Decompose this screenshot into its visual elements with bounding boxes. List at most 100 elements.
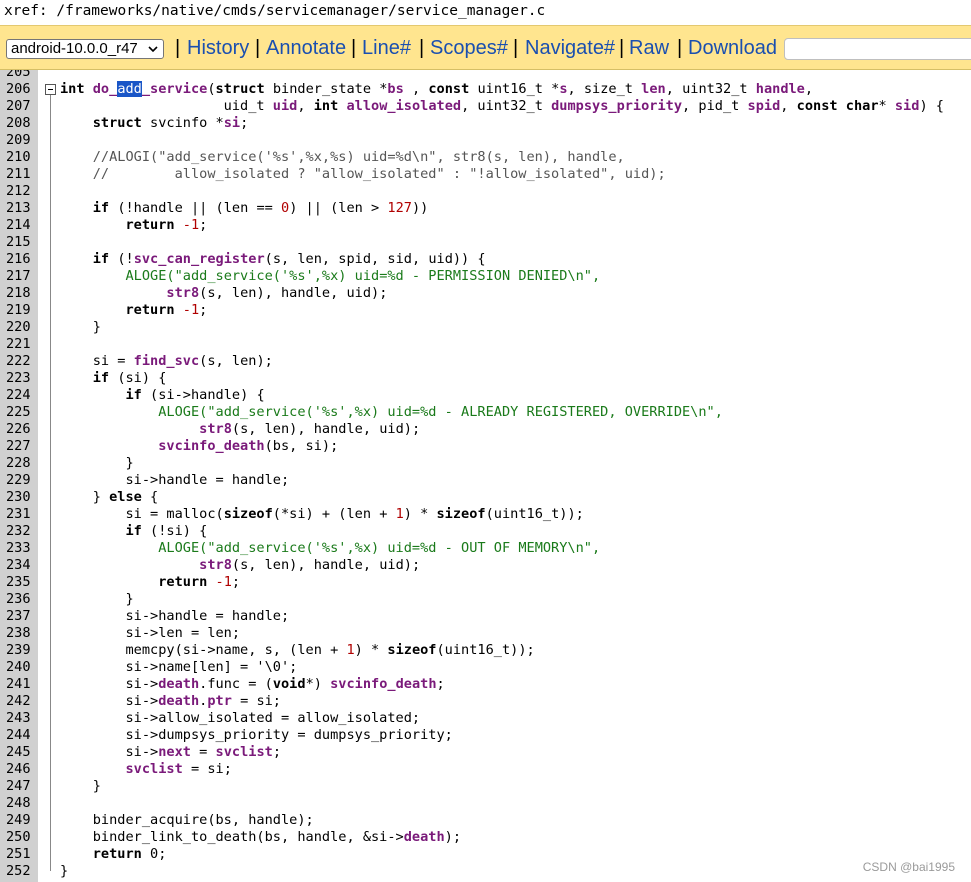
code-symbol[interactable]: next [158,744,191,760]
line-number[interactable]: 215 [6,234,34,251]
download-link[interactable]: Download [688,36,777,60]
code-token: ) { [919,98,944,114]
selected-text[interactable]: add [117,81,142,97]
line-number[interactable]: 222 [6,353,34,370]
code-token[interactable]: bs [387,81,403,97]
raw-link[interactable]: Raw [629,36,669,60]
line-number[interactable]: 225 [6,404,34,421]
code-token: } [60,863,68,879]
code-token: binder_link_to_death(bs, handle, &si-> [60,829,404,845]
line-number[interactable]: 234 [6,557,34,574]
version-select[interactable]: android-10.0.0_r47 [6,39,164,59]
code-token[interactable]: s [559,81,567,97]
line-source: struct svcinfo *si; [60,115,248,132]
code-symbol[interactable]: svc_can_register [134,251,265,267]
code-token[interactable]: handle [756,81,805,97]
line-number[interactable]: 250 [6,829,34,846]
code-token[interactable]: spid [748,98,781,114]
code-symbol[interactable]: _service [142,81,207,97]
code-token: 1 [396,506,404,522]
line-number[interactable]: 241 [6,676,34,693]
line-number[interactable]: 247 [6,778,34,795]
line-number[interactable]: 248 [6,795,34,812]
line-number[interactable]: 214 [6,217,34,234]
line-number[interactable]: 235 [6,574,34,591]
line-number[interactable]: 249 [6,812,34,829]
line-number[interactable]: 228 [6,455,34,472]
line-number[interactable]: 239 [6,642,34,659]
code-token[interactable]: dumpsys_priority [551,98,682,114]
code-token: return [93,846,150,862]
code-token[interactable]: uid [273,98,298,114]
code-symbol[interactable]: svcinfo_death [330,676,436,692]
line-number[interactable]: 233 [6,540,34,557]
line-number[interactable]: 213 [6,200,34,217]
scopes-link[interactable]: Scopes# [430,36,508,60]
line-number[interactable]: 230 [6,489,34,506]
code-symbol[interactable]: ptr [207,693,232,709]
code-token[interactable]: allow_isolated [346,98,461,114]
line-number[interactable]: 242 [6,693,34,710]
code-symbol[interactable]: svcinfo_death [158,438,264,454]
file-path[interactable]: /frameworks/native/cmds/servicemanager/s… [56,3,545,19]
line-source: if (!svc_can_register(s, len, spid, sid,… [60,251,486,268]
line-number[interactable]: 240 [6,659,34,676]
code-token: -1 [216,574,232,590]
line-number[interactable]: 245 [6,744,34,761]
code-line: 243 si->allow_isolated = allow_isolated; [0,710,971,727]
line-number[interactable]: 236 [6,591,34,608]
line-number[interactable]: 246 [6,761,34,778]
line-number[interactable]: 218 [6,285,34,302]
line-number[interactable]: 210 [6,149,34,166]
line-number[interactable]: 224 [6,387,34,404]
line-number[interactable]: 221 [6,336,34,353]
code-symbol[interactable]: find_svc [134,353,199,369]
line-source: } [60,591,134,608]
code-symbol[interactable]: death [158,693,199,709]
line-number[interactable]: 220 [6,319,34,336]
line-number[interactable]: 238 [6,625,34,642]
line-number[interactable]: 211 [6,166,34,183]
code-symbol[interactable]: svclist [216,744,273,760]
code-token[interactable]: sid [895,98,920,114]
line-number[interactable]: 205 [6,70,34,81]
line-number[interactable]: 212 [6,183,34,200]
code-symbol[interactable]: death [158,676,199,692]
line-number[interactable]: 252 [6,863,34,880]
code-token[interactable]: si [224,115,240,131]
navigate-link[interactable]: Navigate# [525,36,615,60]
line-number[interactable]: 209 [6,132,34,149]
history-link[interactable]: History [187,36,249,60]
code-token[interactable]: len [641,81,666,97]
line-number[interactable]: 226 [6,421,34,438]
code-symbol[interactable]: svclist [125,761,182,777]
line-number[interactable]: 223 [6,370,34,387]
line-number[interactable]: 232 [6,523,34,540]
code-symbol[interactable]: death [404,829,445,845]
code-line: 220 } [0,319,971,336]
line-number[interactable]: 244 [6,727,34,744]
code-symbol[interactable]: str8 [199,421,232,437]
code-symbol[interactable]: str8 [166,285,199,301]
line-number[interactable]: 229 [6,472,34,489]
search-input[interactable] [784,38,971,60]
line-link[interactable]: Line# [362,36,411,60]
code-token: binder_state * [273,81,388,97]
line-number[interactable]: 243 [6,710,34,727]
line-number[interactable]: 207 [6,98,34,115]
line-number[interactable]: 231 [6,506,34,523]
line-number[interactable]: 237 [6,608,34,625]
code-line: 222 si = find_svc(s, len); [0,353,971,370]
code-line: 230 } else { [0,489,971,506]
code-token: ALOGE("add_service('%s',%x) uid=%d - PER… [125,268,600,284]
code-symbol[interactable]: do_ [93,81,118,97]
line-number[interactable]: 227 [6,438,34,455]
line-number[interactable]: 217 [6,268,34,285]
line-number[interactable]: 216 [6,251,34,268]
line-number[interactable]: 219 [6,302,34,319]
line-number[interactable]: 208 [6,115,34,132]
line-number[interactable]: 251 [6,846,34,863]
code-symbol[interactable]: str8 [199,557,232,573]
annotate-link[interactable]: Annotate [266,36,346,60]
line-number[interactable]: 206 [6,81,34,98]
